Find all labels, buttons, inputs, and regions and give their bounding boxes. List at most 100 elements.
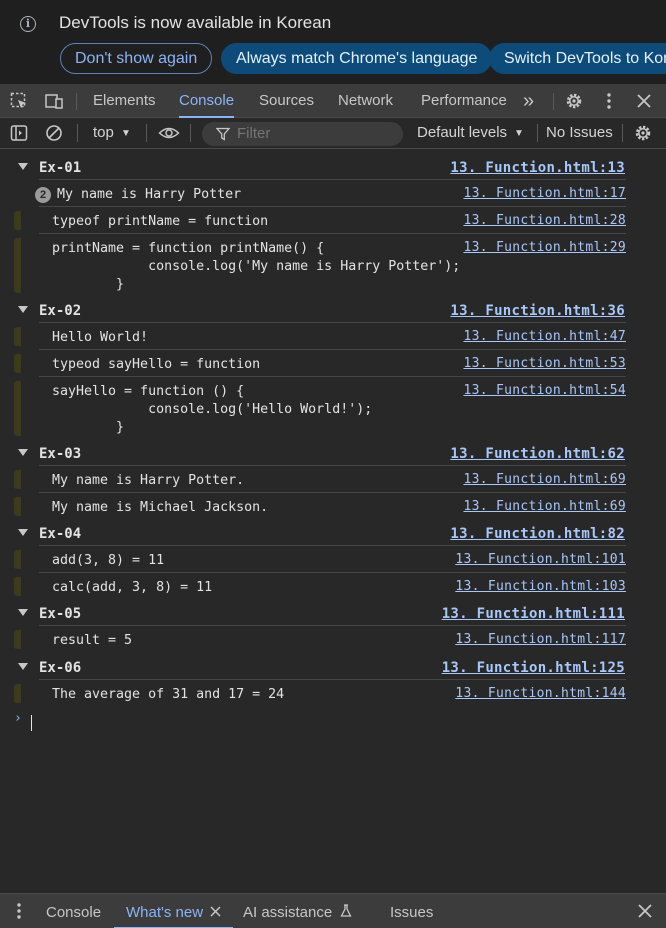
drawer-tab-issues[interactable]: Issues [390,894,433,928]
group-indent-bar [14,550,21,569]
source-link[interactable]: 13. Function.html:36 [450,303,625,319]
toolbar-separator [146,124,147,142]
switch-language-button[interactable]: Switch DevTools to Kore [489,43,666,74]
source-link[interactable]: 13. Function.html:28 [463,213,626,228]
log-message: My name is Harry Potter. [52,473,245,488]
log-row: Hello World! 13. Function.html:47 [0,323,666,350]
clear-console-icon[interactable] [45,124,63,142]
source-link[interactable]: 13. Function.html:117 [455,632,626,647]
toolbar-separator [537,124,538,142]
context-selector[interactable]: top [93,124,114,141]
expand-triangle-icon[interactable] [18,163,28,170]
always-match-language-button[interactable]: Always match Chrome's language [221,43,493,74]
tab-performance[interactable]: Performance [421,84,507,118]
levels-dropdown-icon[interactable]: ▼ [514,128,524,139]
log-row: The average of 31 and 17 = 24 13. Functi… [0,680,666,707]
group-indent-bar [14,211,21,230]
source-link[interactable]: 13. Function.html:125 [442,660,625,676]
source-link[interactable]: 13. Function.html:69 [463,499,626,514]
toolbar-separator [77,124,78,142]
expand-triangle-icon[interactable] [18,529,28,536]
info-icon: i [20,16,36,32]
show-sidebar-icon[interactable] [10,124,28,142]
close-devtools-icon[interactable] [635,92,653,110]
console-group-header[interactable]: Ex-06 13. Function.html:125 [0,653,666,680]
source-link[interactable]: 13. Function.html:13 [450,160,625,176]
issues-counter[interactable]: No Issues [546,124,613,141]
device-toolbar-icon[interactable] [45,92,63,110]
log-message: typeof printName = function [52,214,269,229]
group-indent-bar [14,684,21,703]
source-link[interactable]: 13. Function.html:47 [463,329,626,344]
log-message: calc(add, 3, 8) = 11 [52,580,213,595]
inspect-element-icon[interactable] [10,92,28,110]
tab-console[interactable]: Console [179,84,235,118]
log-message: The average of 31 and 17 = 24 [52,687,285,702]
language-infobar: i DevTools is now available in Korean Do… [0,0,666,84]
toolbar-separator [190,124,191,142]
source-link[interactable]: 13. Function.html:111 [442,606,625,622]
log-message: add(3, 8) = 11 [52,553,165,568]
tab-sources[interactable]: Sources [259,84,314,118]
console-group-header[interactable]: Ex-03 13. Function.html:62 [0,439,666,466]
group-indent-bar [14,238,21,293]
console-settings-gear-icon[interactable] [634,124,652,142]
console-group-header[interactable]: Ex-02 13. Function.html:36 [0,296,666,323]
dont-show-again-button[interactable]: Don't show again [60,43,213,74]
group-label: Ex-04 [39,526,82,542]
drawer-tab-console[interactable]: Console [46,894,101,928]
console-prompt-chevron-icon: › [14,711,22,726]
context-dropdown-icon[interactable]: ▼ [121,128,131,139]
source-link[interactable]: 13. Function.html:62 [450,446,625,462]
console-toolbar: top ▼ Default levels ▼ No Issues [0,118,666,149]
close-tab-icon[interactable] [210,906,221,917]
log-row: 2 My name is Harry Potter 13. Function.h… [0,180,666,207]
group-indent-bar [14,630,21,649]
source-link[interactable]: 13. Function.html:82 [450,526,625,542]
source-link[interactable]: 13. Function.html:29 [463,240,626,255]
tab-elements[interactable]: Elements [93,84,156,118]
log-levels-dropdown[interactable]: Default levels [417,124,507,141]
source-link[interactable]: 13. Function.html:54 [463,383,626,398]
expand-triangle-icon[interactable] [18,449,28,456]
close-drawer-icon[interactable] [637,903,653,919]
log-row: result = 5 13. Function.html:117 [0,626,666,653]
settings-gear-icon[interactable] [565,92,583,110]
source-link[interactable]: 13. Function.html:101 [455,552,626,567]
expand-triangle-icon[interactable] [18,663,28,670]
drawer-tab-bar: Console What's new AI assistance Issues [0,893,666,928]
console-input-cursor[interactable] [31,715,32,731]
log-message: My name is Harry Potter [57,187,242,202]
group-indent-bar [14,381,21,436]
log-row: typeof printName = function 13. Function… [0,207,666,234]
group-label: Ex-01 [39,160,82,176]
log-message: Hello World! [52,330,149,345]
drawer-menu-icon[interactable] [10,902,28,920]
group-indent-bar [14,497,21,516]
live-expression-eye-icon[interactable] [158,124,180,142]
expand-triangle-icon[interactable] [18,306,28,313]
source-link[interactable]: 13. Function.html:53 [463,356,626,371]
drawer-tab-whats-new[interactable]: What's new [114,894,234,928]
source-link[interactable]: 13. Function.html:69 [463,472,626,487]
drawer-tab-ai-assistance[interactable]: AI assistance [243,894,352,928]
source-link[interactable]: 13. Function.html:17 [463,186,626,201]
group-indent-bar [14,327,21,346]
source-link[interactable]: 13. Function.html:144 [455,686,626,701]
console-group-header[interactable]: Ex-04 13. Function.html:82 [0,519,666,546]
expand-triangle-icon[interactable] [18,609,28,616]
log-message: sayHello = function () { console.log('He… [52,384,373,435]
log-row: typeod sayHello = function 13. Function.… [0,350,666,377]
log-row: add(3, 8) = 11 13. Function.html:101 [0,546,666,573]
filter-input[interactable] [237,125,387,142]
console-group-header[interactable]: Ex-05 13. Function.html:111 [0,599,666,626]
more-options-icon[interactable] [600,92,618,110]
log-row: My name is Michael Jackson. 13. Function… [0,493,666,520]
tab-network[interactable]: Network [338,84,393,118]
log-message: My name is Michael Jackson. [52,500,269,515]
more-tabs-chevron-icon[interactable]: » [523,84,534,118]
source-link[interactable]: 13. Function.html:103 [455,579,626,594]
filter-box[interactable] [202,122,403,146]
log-row: calc(add, 3, 8) = 11 13. Function.html:1… [0,573,666,600]
console-group-header[interactable]: Ex-01 13. Function.html:13 [0,153,666,180]
